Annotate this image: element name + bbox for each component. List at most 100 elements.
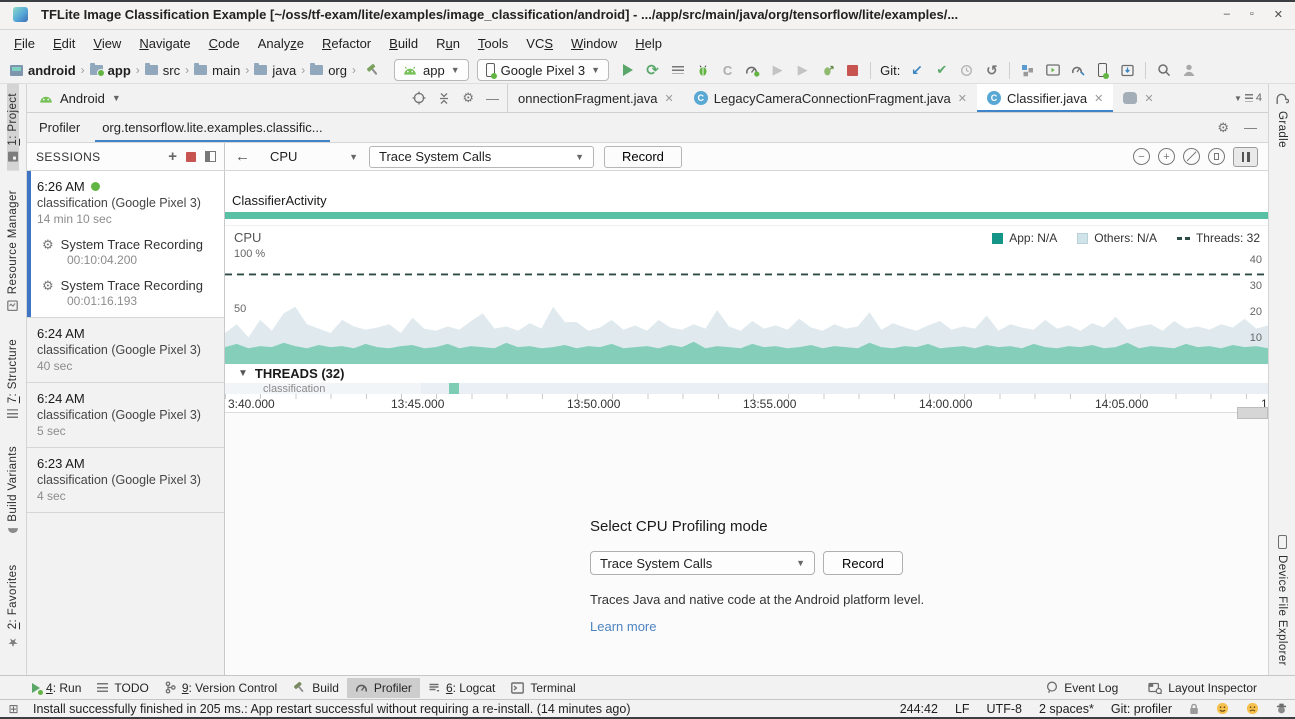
debug-icon[interactable] <box>690 58 715 82</box>
breadcrumb-java[interactable]: java <box>254 63 296 78</box>
sidebar-item-1-project[interactable]: 1: Project <box>7 84 19 171</box>
stop-icon[interactable] <box>840 58 865 82</box>
menu-help[interactable]: Help <box>626 33 671 54</box>
menu-view[interactable]: View <box>84 33 130 54</box>
git-rollback-icon[interactable]: ↺ <box>979 58 1004 82</box>
locate-file-icon[interactable] <box>412 91 426 105</box>
toolwindow-button-4-run[interactable]: 4: Run <box>24 678 89 698</box>
git-branch[interactable]: Git: profiler <box>1111 702 1172 716</box>
profiler-active-icon[interactable] <box>740 58 765 82</box>
hidden-tabs-dropdown[interactable]: ▼4 <box>1228 84 1268 112</box>
sidebar-item-resource-manager[interactable]: Resource Manager <box>7 181 19 320</box>
menu-vcs[interactable]: VCS <box>517 33 562 54</box>
threads-section-header[interactable]: ▼ THREADS (32) <box>225 364 1268 383</box>
record-button[interactable]: Record <box>604 146 682 168</box>
profiler-session-icon[interactable] <box>1065 58 1090 82</box>
lock-icon[interactable] <box>1189 703 1199 715</box>
menu-refactor[interactable]: Refactor <box>313 33 380 54</box>
attach-debugger-icon[interactable]: ▶ <box>790 58 815 82</box>
session-item[interactable]: 6:26 AMclassification (Google Pixel 3)14… <box>27 171 224 318</box>
detail-record-button[interactable]: Record <box>823 551 903 575</box>
minimize-button[interactable]: – <box>1224 8 1230 21</box>
inspector-hector-icon[interactable] <box>1276 703 1287 715</box>
menu-edit[interactable]: Edit <box>44 33 84 54</box>
breadcrumb-main[interactable]: main <box>194 63 240 78</box>
profiling-mode-select[interactable]: Trace System Calls ▼ <box>369 146 594 168</box>
run-console-icon[interactable] <box>1040 58 1065 82</box>
maximize-button[interactable]: ▫ <box>1250 8 1254 21</box>
run-play-icon[interactable] <box>615 58 640 82</box>
close-button[interactable]: ✕ <box>1274 8 1283 21</box>
profile-app-icon[interactable]: C <box>715 58 740 82</box>
reset-zoom-icon[interactable] <box>1183 148 1200 165</box>
attach-profiler-icon[interactable]: ▶ <box>765 58 790 82</box>
caret-position[interactable]: 244:42 <box>900 702 938 716</box>
session-item[interactable]: 6:23 AMclassification (Google Pixel 3)4 … <box>27 448 224 513</box>
run-configuration-select[interactable]: app ▼ <box>394 59 469 81</box>
git-history-icon[interactable] <box>954 58 979 82</box>
editor-tab-onnectionfragment-java[interactable]: onnectionFragment.java✕ <box>508 84 684 112</box>
breadcrumb-android[interactable]: android <box>10 63 76 78</box>
horizontal-scrollbar-thumb[interactable] <box>1237 407 1268 419</box>
apply-changes-icon[interactable]: ⟳ <box>640 58 665 82</box>
tool-window-grid-icon[interactable]: ⊞ <box>0 702 27 716</box>
apply-restart-icon[interactable] <box>815 58 840 82</box>
apply-code-changes-icon[interactable] <box>665 58 690 82</box>
toolwindow-button-event-log[interactable]: Event Log <box>1038 678 1126 698</box>
sidebar-item-device-file-explorer[interactable]: Device File Explorer <box>1276 526 1288 675</box>
close-tab-icon[interactable]: ✕ <box>958 92 967 105</box>
breadcrumb-src[interactable]: src <box>145 63 180 78</box>
profiler-settings-gear-icon[interactable]: ⚙ <box>1217 120 1229 136</box>
close-tab-icon[interactable]: ✕ <box>1144 92 1153 105</box>
project-view-selector[interactable]: Android <box>60 91 105 106</box>
happy-feedback-icon[interactable] <box>1216 702 1229 715</box>
collapse-sessions-panel-icon[interactable] <box>205 151 216 162</box>
breadcrumb-app[interactable]: app <box>90 63 131 78</box>
menu-window[interactable]: Window <box>562 33 626 54</box>
avd-manager-icon[interactable] <box>1090 58 1115 82</box>
status-message[interactable]: Install successfully finished in 205 ms.… <box>33 702 631 716</box>
thread-row[interactable]: classification <box>225 383 1268 394</box>
session-recording[interactable]: ⚙System Trace Recording00:10:04.200 <box>37 236 218 268</box>
file-encoding[interactable]: UTF-8 <box>987 702 1022 716</box>
session-item[interactable]: 6:24 AMclassification (Google Pixel 3)40… <box>27 318 224 383</box>
breadcrumb-org[interactable]: org <box>310 63 347 78</box>
toolwindow-button-profiler[interactable]: Profiler <box>347 678 420 698</box>
menu-code[interactable]: Code <box>200 33 249 54</box>
panel-settings-gear-icon[interactable]: ⚙ <box>462 90 474 106</box>
sidebar-item-2-favorites[interactable]: ★2: Favorites <box>7 555 19 658</box>
profiler-session-tab[interactable]: org.tensorflow.lite.examples.classific..… <box>95 113 329 142</box>
line-separator[interactable]: LF <box>955 702 970 716</box>
selected-range-band[interactable] <box>225 357 1268 364</box>
stage-selector[interactable]: CPU ▼ <box>266 149 362 164</box>
build-hammer-icon[interactable] <box>361 58 386 82</box>
profile-avatar-icon[interactable] <box>1176 58 1201 82</box>
sidebar-item-7-structure[interactable]: 7: Structure <box>7 330 19 427</box>
toolwindow-button-layout-inspector[interactable]: Layout Inspector <box>1140 678 1265 698</box>
git-update-icon[interactable]: ↙ <box>904 58 929 82</box>
toolwindow-button-6-logcat[interactable]: 6: Logcat <box>420 678 503 698</box>
sidebar-item-gradle[interactable]: Gradle <box>1275 84 1289 157</box>
menu-run[interactable]: Run <box>427 33 469 54</box>
toolwindow-button-9-version-control[interactable]: 9: Version Control <box>157 678 285 698</box>
collapse-all-icon[interactable] <box>438 92 450 105</box>
search-everywhere-icon[interactable] <box>1151 58 1176 82</box>
session-item[interactable]: 6:24 AMclassification (Google Pixel 3)5 … <box>27 383 224 448</box>
zoom-in-icon[interactable]: + <box>1158 148 1175 165</box>
toolwindow-button-build[interactable]: Build <box>285 678 347 698</box>
pause-live-button[interactable] <box>1233 147 1258 167</box>
hide-panel-icon[interactable]: — <box>486 91 499 106</box>
menu-tools[interactable]: Tools <box>469 33 517 54</box>
git-commit-icon[interactable]: ✔ <box>929 58 954 82</box>
close-tab-icon[interactable]: ✕ <box>664 92 673 105</box>
add-session-icon[interactable]: + <box>168 148 177 165</box>
editor-tab-legacycameraconnectionfragment-java[interactable]: CLegacyCameraConnectionFragment.java✕ <box>684 84 977 112</box>
zoom-out-icon[interactable]: − <box>1133 148 1150 165</box>
project-structure-icon[interactable] <box>1015 58 1040 82</box>
editor-tab-item[interactable]: ✕ <box>1113 84 1163 112</box>
stop-session-icon[interactable] <box>186 152 196 162</box>
sad-feedback-icon[interactable] <box>1246 702 1259 715</box>
profiler-hide-icon[interactable]: — <box>1244 120 1257 136</box>
detail-mode-select[interactable]: Trace System Calls ▼ <box>590 551 815 575</box>
cpu-usage-chart[interactable]: CPU App: N/AOthers: N/AThreads: 32 100 %… <box>225 225 1268 357</box>
